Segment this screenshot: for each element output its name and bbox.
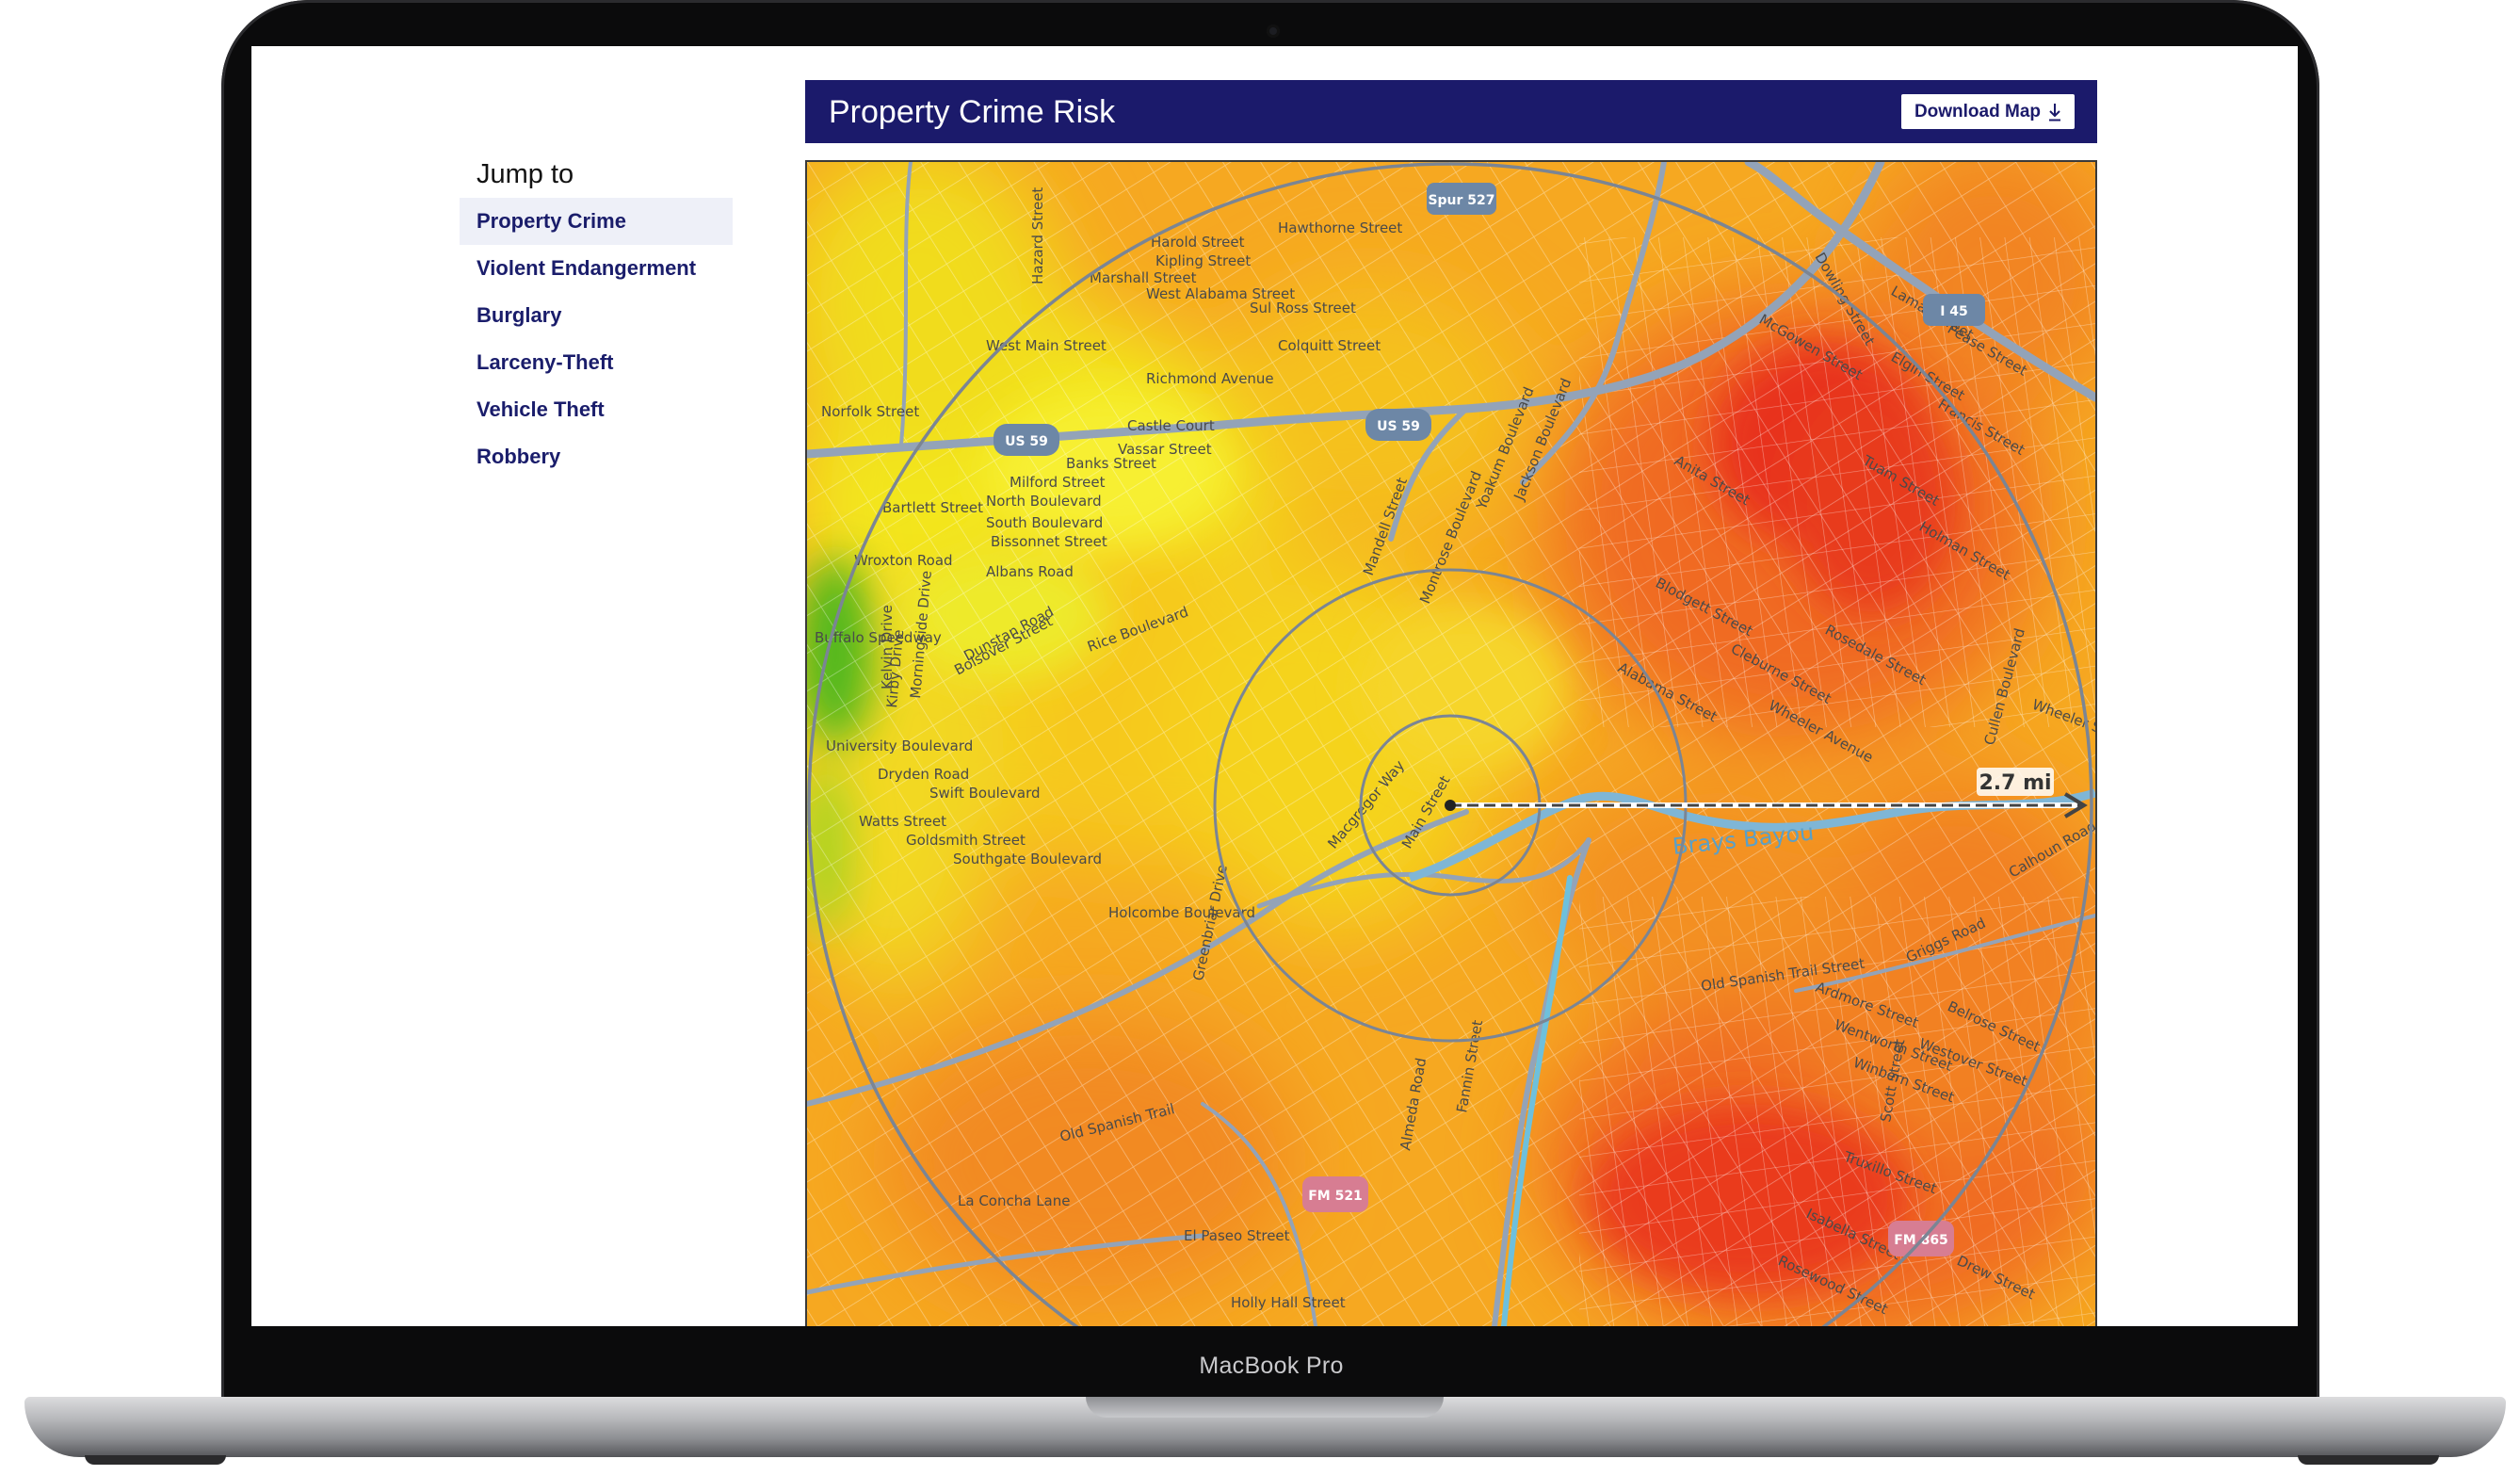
shield-us-59-west: US 59	[993, 424, 1059, 456]
panel-title: Property Crime Risk	[829, 94, 1116, 130]
laptop-notch	[1086, 1397, 1444, 1418]
shield-spur-527: Spur 527	[1427, 183, 1496, 215]
nav-item-burglary[interactable]: Burglary	[460, 292, 733, 339]
street-label-university: University Boulevard	[826, 738, 973, 754]
street-label-bissonnet: Bissonnet Street	[991, 533, 1107, 550]
download-map-button[interactable]: Download Map	[1900, 94, 2075, 129]
street-label-banks: Banks Street	[1066, 455, 1156, 472]
nav-item-vehicle-theft[interactable]: Vehicle Theft	[460, 386, 733, 433]
svg-text:I 45: I 45	[1940, 304, 1968, 319]
street-label-wroxton: Wroxton Road	[854, 552, 953, 569]
nav-item-violent-endangerment[interactable]: Violent Endangerment	[460, 245, 733, 292]
street-label-south-blvd: South Boulevard	[986, 514, 1103, 531]
download-arrow-icon	[2049, 103, 2060, 121]
street-label-hazard: Hazard Street	[1029, 187, 1046, 284]
svg-text:FM 521: FM 521	[1308, 1189, 1363, 1204]
street-label-holly-hall: Holly Hall Street	[1231, 1294, 1346, 1311]
street-label-sul-ross: Sul Ross Street	[1250, 300, 1356, 316]
map-panel-header: Property Crime Risk Download Map	[805, 80, 2097, 143]
map-canvas[interactable]: Brays Bayou Hawthorne Street Harold Stre…	[807, 162, 2095, 1326]
download-button-label: Download Map	[1914, 101, 2041, 122]
svg-text:Spur 527: Spur 527	[1428, 193, 1494, 208]
nav-item-larceny-theft[interactable]: Larceny-Theft	[460, 339, 733, 386]
street-label-watts: Watts Street	[859, 813, 946, 830]
crime-risk-map[interactable]: Brays Bayou Hawthorne Street Harold Stre…	[805, 160, 2097, 1326]
street-label-swift: Swift Boulevard	[929, 785, 1041, 802]
shield-us-59-east: US 59	[1365, 409, 1431, 441]
laptop-foot-left	[85, 1455, 226, 1465]
street-label-colquitt: Colquitt Street	[1278, 337, 1381, 354]
svg-text:US 59: US 59	[1377, 419, 1420, 434]
shield-fm-521: FM 521	[1302, 1176, 1368, 1212]
nav-item-property-crime[interactable]: Property Crime	[460, 198, 733, 245]
street-label-marshall: Marshall Street	[1090, 269, 1197, 286]
center-point	[1445, 800, 1456, 811]
street-label-goldsmith: Goldsmith Street	[906, 832, 1026, 849]
shield-i-45: I 45	[1923, 294, 1985, 326]
street-label-north-blvd: North Boulevard	[986, 493, 1102, 510]
street-label-hawthorne: Hawthorne Street	[1278, 219, 1402, 236]
laptop-foot-right	[2298, 1455, 2439, 1465]
street-label-kelvin: Kelvin Drive	[879, 605, 896, 689]
street-label-richmond: Richmond Avenue	[1146, 370, 1274, 387]
street-label-castle-court: Castle Court	[1127, 417, 1215, 434]
camera-icon	[1267, 24, 1280, 38]
device-model-label: MacBook Pro	[1199, 1353, 1344, 1379]
street-label-bartlett: Bartlett Street	[882, 499, 983, 516]
street-label-dryden: Dryden Road	[878, 766, 969, 783]
street-label-harold: Harold Street	[1151, 234, 1245, 251]
street-label-albans: Albans Road	[986, 563, 1074, 580]
distance-label: 2.7 mi	[1979, 771, 2051, 795]
street-label-el-paseo: El Paseo Street	[1184, 1227, 1290, 1244]
jump-to-nav: Jump to Property Crime Violent Endangerm…	[460, 159, 733, 480]
street-label-milford: Milford Street	[1010, 474, 1106, 491]
street-label-kipling: Kipling Street	[1155, 252, 1251, 269]
street-label-southgate: Southgate Boulevard	[953, 851, 1102, 867]
svg-text:US 59: US 59	[1005, 434, 1048, 449]
nav-heading: Jump to	[477, 159, 574, 189]
street-label-norfolk: Norfolk Street	[821, 403, 919, 420]
street-label-la-concha: La Concha Lane	[958, 1192, 1070, 1209]
nav-item-robbery[interactable]: Robbery	[460, 433, 733, 480]
street-label-holcombe: Holcombe Boulevard	[1108, 904, 1255, 921]
screen: Jump to Property Crime Violent Endangerm…	[251, 46, 2298, 1326]
